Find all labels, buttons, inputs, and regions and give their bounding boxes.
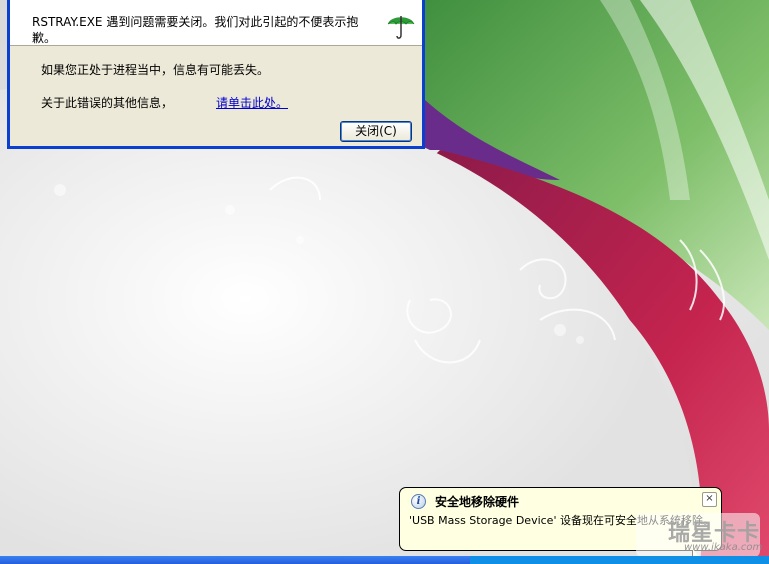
error-dialog: RSTRAY.EXE 遇到问题需要关闭。我们对此引起的不便表示抱歉。 如果您正处… xyxy=(7,0,425,149)
more-info-label: 关于此错误的其他信息， xyxy=(41,96,174,110)
info-icon: i xyxy=(411,494,426,509)
close-button[interactable]: 关闭(C) xyxy=(340,121,412,142)
close-icon[interactable]: × xyxy=(702,492,717,507)
taskbar[interactable] xyxy=(0,556,769,564)
system-tray[interactable] xyxy=(470,556,769,564)
error-message: RSTRAY.EXE 遇到问题需要关闭。我们对此引起的不便表示抱歉。 xyxy=(32,15,359,45)
more-info-link[interactable]: 请单击此处。 xyxy=(216,94,288,111)
watermark-url: www.ikaka.com xyxy=(684,542,763,553)
data-loss-warning: 如果您正处于进程当中，信息有可能丢失。 xyxy=(41,63,270,77)
watermark-logo: 瑞星卡卡 www.ikaka.com xyxy=(636,513,763,557)
umbrella-icon xyxy=(387,16,415,39)
dialog-header: RSTRAY.EXE 遇到问题需要关闭。我们对此引起的不便表示抱歉。 xyxy=(10,0,422,46)
notification-title: 安全地移除硬件 xyxy=(435,495,520,509)
